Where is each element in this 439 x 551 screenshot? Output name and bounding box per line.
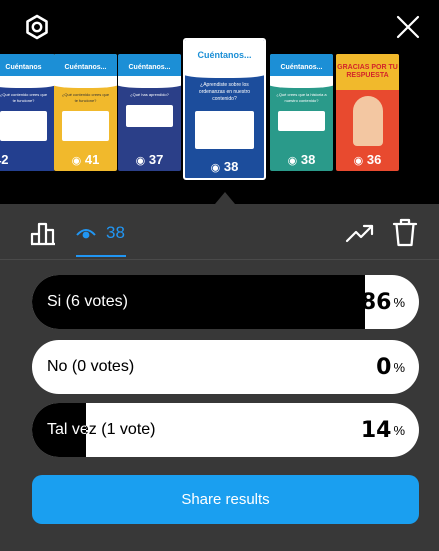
result-percent: 0% [376, 354, 405, 380]
illustration [352, 96, 383, 146]
tab-results[interactable] [30, 220, 60, 246]
thumbnail-question: ¿Qué crees que la historia a nuestro con… [276, 92, 327, 103]
result-label: No (0 votes) [47, 358, 135, 375]
results-tabbar: 38 [0, 204, 439, 260]
bar-chart-icon [30, 222, 55, 246]
thumbnail-views: ◉ 38 [210, 159, 239, 174]
result-label: Si (6 votes) [47, 293, 128, 310]
story-thumbnail[interactable]: Cuéntanos ¿Qué contenido crees que te fu… [0, 54, 55, 171]
story-carousel[interactable]: Cuéntanos ¿Qué contenido crees que te fu… [0, 36, 439, 196]
tab-viewers[interactable]: 38 [76, 218, 125, 248]
story-thumbnail-selected[interactable]: Cuéntanos... ¿Aprendiste sobre los orden… [183, 38, 266, 180]
thumbnail-title: GRACIAS POR TU RESPUESTA [336, 54, 399, 90]
poll-result-bar: No (0 votes) 0% [32, 340, 419, 394]
poll-result-bar: Tal vez (1 vote) 14% [32, 403, 419, 457]
eye-icon: ◉ [353, 155, 364, 167]
active-tab-indicator [76, 255, 126, 257]
story-thumbnail[interactable]: Cuéntanos... ¿Qué contenido crees que te… [54, 54, 117, 171]
selection-pointer [215, 192, 235, 204]
eye-icon: ◉ [71, 155, 82, 167]
delete-button[interactable] [392, 218, 418, 248]
eye-icon [76, 229, 96, 239]
result-label: Tal vez (1 vote) [47, 421, 156, 438]
result-percent: 86% [360, 289, 405, 315]
eye-icon: ◉ [210, 162, 221, 174]
story-thumbnail[interactable]: Cuéntanos... ¿Qué has aprendido? ◉ 37 [118, 54, 181, 171]
thumbnail-views: ◉ 38 [287, 152, 316, 167]
thumbnail-question: ¿Aprendiste sobre los ordenanzas en nues… [198, 82, 251, 102]
viewers-count: 38 [106, 223, 125, 242]
eye-icon: ◉ [287, 155, 298, 167]
share-results-button[interactable]: Share results [32, 475, 419, 524]
thumbnail-views: ◉ 36 [353, 152, 382, 167]
poll-result-bar: Si (6 votes) 86% [32, 275, 419, 329]
story-preview-area: Cuéntanos ¿Qué contenido crees que te fu… [0, 0, 439, 204]
thumbnail-question: ¿Qué contenido crees que te funcione? [61, 92, 110, 103]
thumbnail-views: 42 [0, 152, 9, 167]
eye-icon: ◉ [135, 155, 146, 167]
thumbnail-views: ◉ 41 [71, 152, 100, 167]
thumbnail-views: ◉ 37 [135, 152, 164, 167]
insights-button[interactable] [345, 221, 375, 245]
trash-icon [392, 218, 418, 247]
trending-up-icon [345, 224, 374, 243]
results-panel: 38 Si (6 votes) 86% No (0 votes) 0% Tal … [0, 204, 439, 551]
thumbnail-question: ¿Qué contenido crees que te funcione? [0, 92, 48, 103]
story-thumbnail[interactable]: Cuéntanos... ¿Qué crees que la historia … [270, 54, 333, 171]
story-thumbnail[interactable]: GRACIAS POR TU RESPUESTA ◉ 36 [336, 54, 399, 171]
thumbnail-question: ¿Qué has aprendido? [130, 92, 169, 97]
result-percent: 14% [360, 417, 405, 443]
